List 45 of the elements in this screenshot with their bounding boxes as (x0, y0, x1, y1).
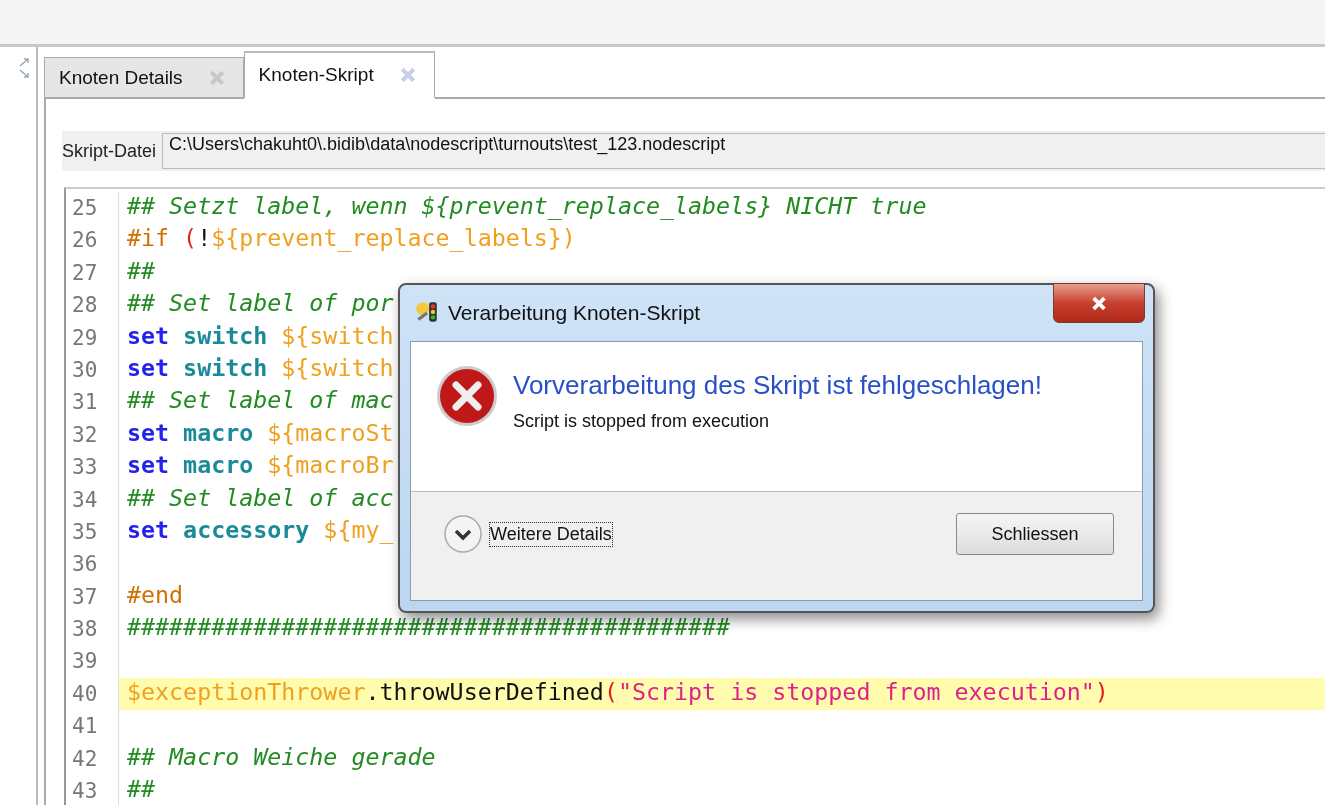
line-number: 35 (66, 515, 119, 549)
line-number: 37 (66, 580, 119, 614)
error-heading: Vorverarbeitung des Skript ist fehlgeschlagen! (513, 370, 1042, 401)
code-line: set accessory ${my_ (127, 515, 394, 543)
code-line: set macro ${macroBr (127, 451, 394, 479)
code-line: ## Macro Weiche gerade (127, 742, 436, 770)
line-number: 34 (66, 483, 119, 516)
tab[interactable]: Knoten-Skript (243, 51, 435, 99)
line-number: 31 (66, 386, 119, 419)
line-number: 28 (66, 289, 119, 322)
code-line: ## (127, 256, 156, 284)
code-line: ## Set label of acc (127, 483, 394, 511)
code-line: #if (!${prevent_replace_labels}) (127, 224, 576, 252)
close-button[interactable] (1053, 283, 1145, 323)
error-icon (435, 364, 499, 428)
line-number: 36 (66, 548, 119, 581)
dialog-title: Verarbeitung Knoten-Skript (448, 301, 701, 325)
code-line: set switch ${switch (127, 353, 394, 381)
code-line: set switch ${switch (127, 321, 394, 349)
line-number: 26 (66, 224, 119, 257)
line-number: 38 (66, 613, 119, 646)
line-number: 30 (66, 353, 119, 387)
line-number: 29 (66, 321, 119, 354)
line-number: 25 (66, 192, 119, 225)
field-label: Skript-Datei (62, 140, 157, 162)
error-message: Script is stopped from execution (513, 411, 771, 432)
line-number: 43 (66, 775, 119, 805)
code-line: set macro ${macroSt (127, 418, 394, 446)
tab[interactable]: Knoten Details (44, 57, 244, 99)
line-number: 42 (66, 742, 119, 776)
line-number: 33 (66, 451, 119, 484)
close-dialog-button[interactable]: Schliessen (956, 513, 1114, 555)
line-number: 27 (66, 256, 119, 290)
file-path-field[interactable]: C:\Users\chakuht0\.bidib\data\nodescript\turnouts\test_123.nodescript (162, 133, 1325, 169)
code-line: ## Setzt label, wenn ${prevent_replace_labels} NICHT true (127, 192, 927, 219)
code-line: #end (127, 580, 184, 608)
line-number: 32 (66, 418, 119, 452)
code-line: ## Set label of mac (127, 386, 394, 414)
line-number: 39 (66, 645, 119, 678)
code-line: ## (127, 775, 156, 803)
code-line: ## Set label of por (127, 289, 394, 317)
code-line: ########################################### (127, 613, 731, 641)
chevron-down-icon[interactable] (443, 514, 483, 554)
line-number: 41 (66, 710, 119, 743)
details-toggle[interactable]: Weitere Details (489, 521, 613, 547)
